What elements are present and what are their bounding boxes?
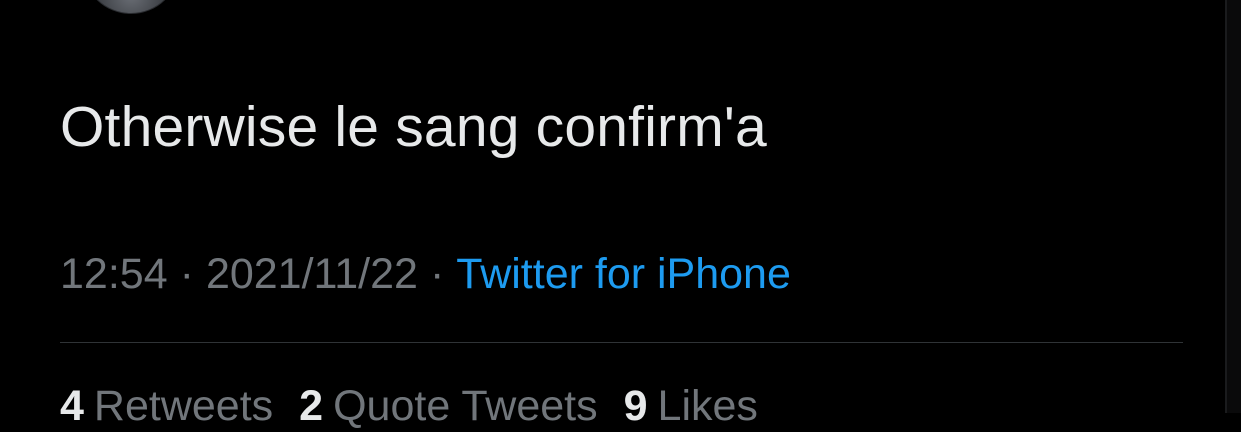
divider (60, 342, 1183, 343)
tweet-date[interactable]: 2021/11/22 (206, 250, 418, 298)
meta-separator: · (429, 250, 445, 298)
meta-separator: · (179, 250, 194, 298)
tweet-metadata: 12:54 · 2021/11/22 · Twitter for iPhone (60, 248, 791, 300)
avatar[interactable] (83, 0, 179, 14)
likes-label: Likes (657, 382, 758, 430)
retweets-count: 4 (60, 382, 84, 430)
tweet-source-link[interactable]: Twitter for iPhone (456, 250, 791, 298)
quote-tweets-label: Quote Tweets (333, 382, 598, 430)
quote-tweets-count: 2 (299, 382, 324, 430)
tweet-stats: 4 Retweets 2 Quote Tweets 9 Likes (60, 380, 784, 432)
quote-tweets-stat[interactable]: 2 Quote Tweets (299, 382, 623, 430)
tweet-time[interactable]: 12:54 (60, 250, 168, 298)
retweets-label: Retweets (93, 382, 274, 430)
scrollbar[interactable] (1225, 0, 1241, 413)
retweets-stat[interactable]: 4 Retweets (60, 382, 299, 430)
likes-stat[interactable]: 9 Likes (624, 382, 784, 430)
likes-count: 9 (623, 382, 648, 430)
tweet-text: Otherwise le sang confirm'a (60, 95, 767, 159)
